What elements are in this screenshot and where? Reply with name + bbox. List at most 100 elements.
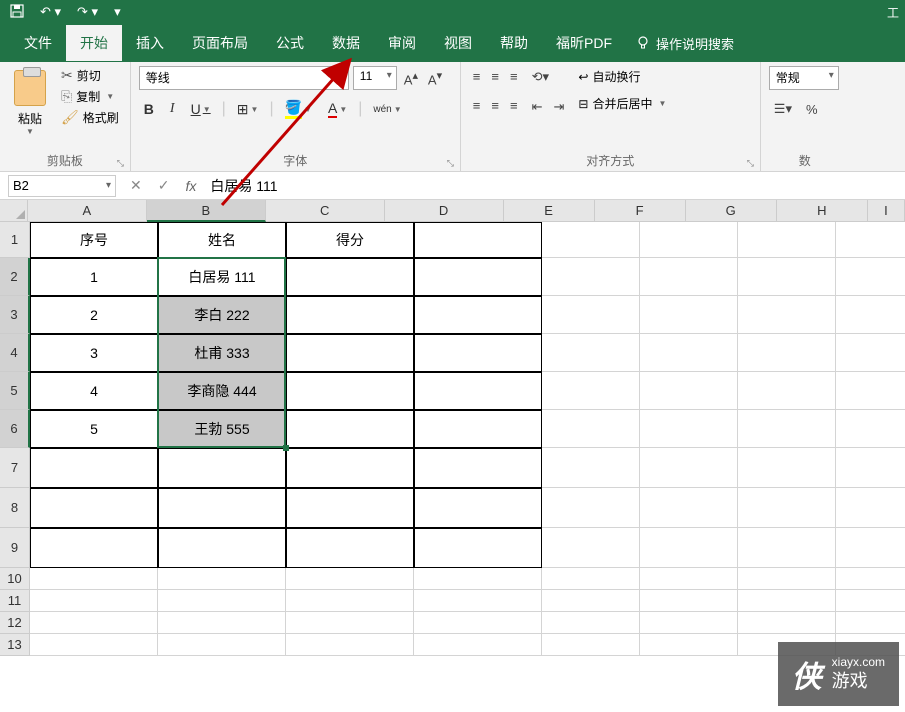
cell-G12[interactable] (738, 612, 836, 634)
wrap-text-button[interactable]: ↩自动换行 (574, 66, 670, 87)
column-header-C[interactable]: C (266, 200, 385, 222)
cell-H4[interactable] (836, 334, 905, 372)
column-header-D[interactable]: D (385, 200, 504, 222)
row-header-3[interactable]: 3 (0, 296, 30, 334)
increase-font-button[interactable]: A▴ (401, 67, 421, 89)
cell-B3[interactable]: 李白 222 (158, 296, 286, 334)
border-button[interactable]: ⊞▼ (232, 98, 264, 121)
bold-button[interactable]: B (139, 98, 159, 120)
cell-G5[interactable] (738, 372, 836, 410)
column-header-E[interactable]: E (504, 200, 595, 222)
cell-A9[interactable] (30, 528, 158, 568)
row-header-2[interactable]: 2 (0, 258, 30, 296)
cell-E5[interactable] (542, 372, 640, 410)
orientation-button[interactable]: ⟲▾ (528, 66, 553, 88)
cell-B5[interactable]: 李商隐 444 (158, 372, 286, 410)
cell-B11[interactable] (158, 590, 286, 612)
row-header-1[interactable]: 1 (0, 222, 30, 258)
cell-G1[interactable] (738, 222, 836, 258)
column-header-A[interactable]: A (28, 200, 147, 222)
insert-function-button[interactable]: fx (177, 178, 204, 194)
cell-D2[interactable] (414, 258, 542, 296)
cell-B13[interactable] (158, 634, 286, 656)
cell-A7[interactable] (30, 448, 158, 488)
cell-H9[interactable] (836, 528, 905, 568)
alignment-launcher-icon[interactable]: ⤡ (747, 158, 757, 168)
cell-F4[interactable] (640, 334, 738, 372)
cut-button[interactable]: ✂剪切 (58, 66, 122, 85)
cell-H11[interactable] (836, 590, 905, 612)
tab-file[interactable]: 文件 (10, 25, 66, 61)
font-name-select[interactable]: 等线 (139, 66, 349, 90)
cell-F7[interactable] (640, 448, 738, 488)
decrease-font-button[interactable]: A▾ (425, 67, 445, 89)
tab-layout[interactable]: 页面布局 (178, 25, 262, 61)
row-header-10[interactable]: 10 (0, 568, 30, 590)
cell-A10[interactable] (30, 568, 158, 590)
cell-H12[interactable] (836, 612, 905, 634)
cell-G8[interactable] (738, 488, 836, 528)
cell-A2[interactable]: 1 (30, 258, 158, 296)
cell-F6[interactable] (640, 410, 738, 448)
cell-E13[interactable] (542, 634, 640, 656)
cell-E2[interactable] (542, 258, 640, 296)
cancel-formula-button[interactable]: ✕ (122, 177, 150, 194)
column-header-I[interactable]: I (868, 200, 905, 222)
cell-A5[interactable]: 4 (30, 372, 158, 410)
cell-G2[interactable] (738, 258, 836, 296)
cell-B10[interactable] (158, 568, 286, 590)
cell-G4[interactable] (738, 334, 836, 372)
cell-A1[interactable]: 序号 (30, 222, 158, 258)
cell-C12[interactable] (286, 612, 414, 634)
cell-H3[interactable] (836, 296, 905, 334)
cell-D10[interactable] (414, 568, 542, 590)
cell-H7[interactable] (836, 448, 905, 488)
cell-B7[interactable] (158, 448, 286, 488)
paste-button[interactable]: 粘贴 ▼ (8, 66, 52, 150)
cell-C2[interactable] (286, 258, 414, 296)
cell-E10[interactable] (542, 568, 640, 590)
cell-D8[interactable] (414, 488, 542, 528)
row-header-7[interactable]: 7 (0, 448, 30, 488)
cell-F3[interactable] (640, 296, 738, 334)
cell-E4[interactable] (542, 334, 640, 372)
cell-G7[interactable] (738, 448, 836, 488)
column-header-H[interactable]: H (777, 200, 868, 222)
align-left-button[interactable]: ≡ (469, 95, 485, 116)
cell-C4[interactable] (286, 334, 414, 372)
italic-button[interactable]: I (165, 98, 180, 120)
increase-indent-button[interactable]: ⇥ (549, 96, 568, 118)
format-painter-button[interactable]: 🖌格式刷 (58, 108, 122, 127)
qat-customize-icon[interactable]: ▾ (110, 4, 125, 20)
row-header-13[interactable]: 13 (0, 634, 30, 656)
cell-H6[interactable] (836, 410, 905, 448)
tab-home[interactable]: 开始 (66, 25, 122, 61)
cell-C13[interactable] (286, 634, 414, 656)
cell-B1[interactable]: 姓名 (158, 222, 286, 258)
phonetic-guide-button[interactable]: wén▼ (368, 101, 406, 118)
cell-E3[interactable] (542, 296, 640, 334)
cell-C11[interactable] (286, 590, 414, 612)
cell-E6[interactable] (542, 410, 640, 448)
copy-button[interactable]: ⎘复制▼ (58, 87, 122, 106)
tab-review[interactable]: 审阅 (374, 25, 430, 61)
cell-H2[interactable] (836, 258, 905, 296)
align-right-button[interactable]: ≡ (506, 95, 522, 116)
cell-E7[interactable] (542, 448, 640, 488)
column-header-B[interactable]: B (147, 200, 266, 222)
cell-H5[interactable] (836, 372, 905, 410)
cell-C8[interactable] (286, 488, 414, 528)
tab-formula[interactable]: 公式 (262, 25, 318, 61)
cell-H1[interactable] (836, 222, 905, 258)
cell-G6[interactable] (738, 410, 836, 448)
cell-D3[interactable] (414, 296, 542, 334)
undo-icon[interactable]: ↶ ▾ (36, 4, 65, 20)
accounting-format-button[interactable]: ☰▾ (769, 98, 797, 120)
align-center-button[interactable]: ≡ (487, 95, 503, 116)
cell-D13[interactable] (414, 634, 542, 656)
cell-D1[interactable] (414, 222, 542, 258)
row-header-9[interactable]: 9 (0, 528, 30, 568)
tell-me-search[interactable]: 操作说明搜索 (636, 34, 734, 53)
row-header-12[interactable]: 12 (0, 612, 30, 634)
save-icon[interactable] (6, 4, 28, 21)
